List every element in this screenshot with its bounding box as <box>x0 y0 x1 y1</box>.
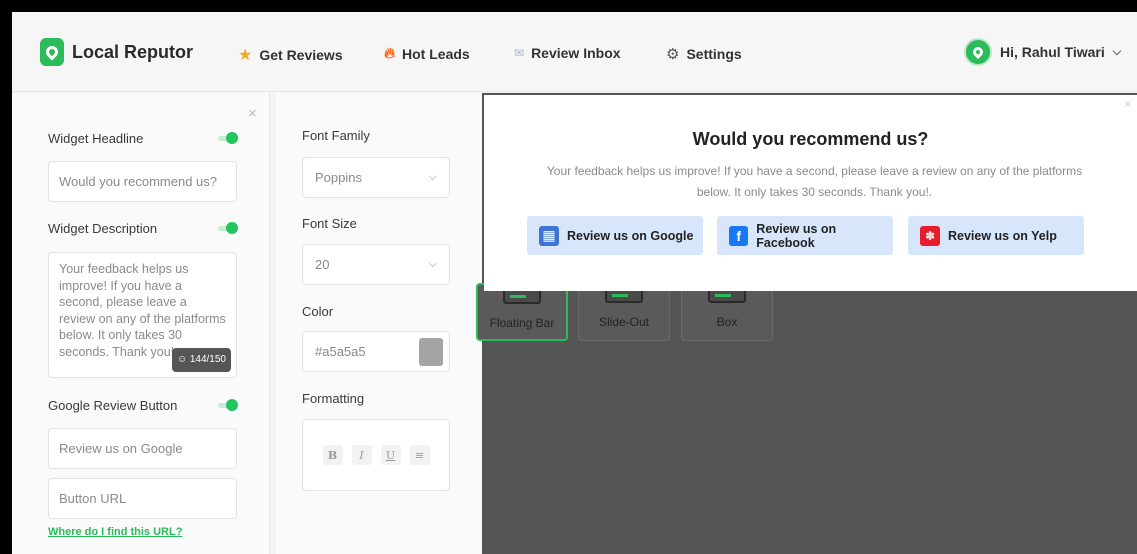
nav-settings[interactable]: ⚙ Settings <box>666 45 742 63</box>
layout-label: Floating Bar <box>489 316 555 330</box>
fire-icon: 🔥︎ <box>384 45 396 62</box>
widget-description-toggle[interactable] <box>218 222 238 234</box>
review-facebook-button[interactable]: f Review us on Facebook <box>717 216 893 255</box>
review-yelp-button[interactable]: ✽ Review us on Yelp <box>908 216 1084 255</box>
font-size-select[interactable]: 20 ⌵ <box>302 244 450 285</box>
location-pin-logo-icon <box>40 38 64 66</box>
nav-get-reviews[interactable]: ★ Get Reviews <box>238 45 343 65</box>
widget-description: Your feedback helps us improve! If you h… <box>546 164 1083 199</box>
gear-icon: ⚙ <box>666 46 680 63</box>
google-button-placeholder: Review us on Google <box>59 441 183 456</box>
nav-label: Hot Leads <box>402 45 470 62</box>
italic-button[interactable]: I <box>351 445 372 465</box>
widget-settings-panel: × Widget Headline Would you recommend us… <box>12 93 270 554</box>
underline-button[interactable]: U <box>380 445 401 465</box>
widget-description-text: Your feedback helps us improve! If you h… <box>59 262 226 359</box>
chevron-down-icon: ⌵ <box>428 258 437 270</box>
nav-label: Get Reviews <box>259 47 343 63</box>
layout-label: Box <box>716 315 738 329</box>
color-input[interactable]: #a5a5a5 <box>302 331 450 372</box>
chevron-down-icon: ⌵ <box>428 171 437 183</box>
facebook-icon: f <box>729 225 749 246</box>
close-icon[interactable]: × <box>1124 97 1131 111</box>
user-menu[interactable]: Hi, Rahul Tiwari ⌵ <box>964 38 1121 66</box>
close-icon[interactable]: × <box>248 105 257 122</box>
star-icon: ★ <box>238 47 253 64</box>
bold-button[interactable]: B <box>322 445 343 465</box>
brand[interactable]: Local Reputor <box>40 38 193 66</box>
top-navigation-bar: Local Reputor ★ Get Reviews 🔥︎ Hot Leads… <box>12 12 1137 92</box>
nav-hot-leads[interactable]: 🔥︎ Hot Leads <box>384 45 470 62</box>
button-url-input[interactable]: Button URL <box>48 478 237 519</box>
button-label: Review us on Google <box>567 228 694 243</box>
layout-option-slide-out[interactable]: Slide-Out <box>578 283 670 341</box>
layout-option-box[interactable]: Box <box>681 283 773 341</box>
mail-icon: ✉ <box>514 46 525 60</box>
char-counter: ☺ 144/150 <box>171 347 231 372</box>
nav-label: Settings <box>686 46 742 62</box>
widget-headline-toggle[interactable] <box>218 132 238 144</box>
yelp-icon: ✽ <box>920 225 940 246</box>
widget-description-label: Widget Description <box>48 221 158 236</box>
formatting-label: Formatting <box>302 391 365 406</box>
char-count: 144/150 <box>189 353 226 365</box>
button-label: Review us on Facebook <box>756 221 837 250</box>
google-business-icon: ▦ <box>539 225 559 246</box>
font-family-select[interactable]: Poppins ⌵ <box>302 157 450 198</box>
widget-description-textarea[interactable]: Your feedback helps us improve! If you h… <box>48 252 237 378</box>
color-value: #a5a5a5 <box>315 344 366 359</box>
font-family-value: Poppins <box>315 170 362 185</box>
google-review-button-label: Google Review Button <box>48 398 178 413</box>
font-family-label: Font Family <box>302 128 370 143</box>
widget-headline-input[interactable]: Would you recommend us? <box>48 161 237 202</box>
brand-name: Local Reputor <box>72 41 194 62</box>
widget-headline-label: Widget Headline <box>48 131 144 146</box>
google-review-button-toggle[interactable] <box>218 399 238 411</box>
google-button-text-input[interactable]: Review us on Google <box>48 428 237 469</box>
color-swatch[interactable] <box>419 338 443 366</box>
button-url-placeholder: Button URL <box>59 491 127 506</box>
align-left-button[interactable]: ≡ <box>409 445 430 465</box>
formatting-toolbar: B I U ≡ <box>302 419 450 491</box>
app-window: Local Reputor ★ Get Reviews 🔥︎ Hot Leads… <box>12 12 1137 554</box>
button-label: Review us on Yelp <box>948 228 1057 243</box>
avatar <box>964 38 992 66</box>
typography-panel: Font Family Poppins ⌵ Font Size 20 ⌵ Col… <box>276 93 482 554</box>
find-url-link[interactable]: Where do I find this URL? <box>48 526 182 538</box>
nav-review-inbox[interactable]: ✉ Review Inbox <box>514 45 621 61</box>
font-size-label: Font Size <box>302 216 357 231</box>
widget-title: Would you recommend us? <box>692 129 929 149</box>
chevron-down-icon: ⌵ <box>1112 45 1122 58</box>
nav-label: Review Inbox <box>531 45 621 61</box>
color-label: Color <box>302 304 334 319</box>
layout-label: Slide-Out <box>598 315 650 329</box>
review-google-button[interactable]: ▦ Review us on Google <box>527 216 703 255</box>
layout-option-floating-bar[interactable]: Floating Bar <box>476 283 568 341</box>
user-greeting: Hi, Rahul Tiwari <box>1000 44 1105 60</box>
font-size-value: 20 <box>315 257 330 272</box>
review-widget-preview: × Would you recommend us? Your feedback … <box>484 95 1137 291</box>
